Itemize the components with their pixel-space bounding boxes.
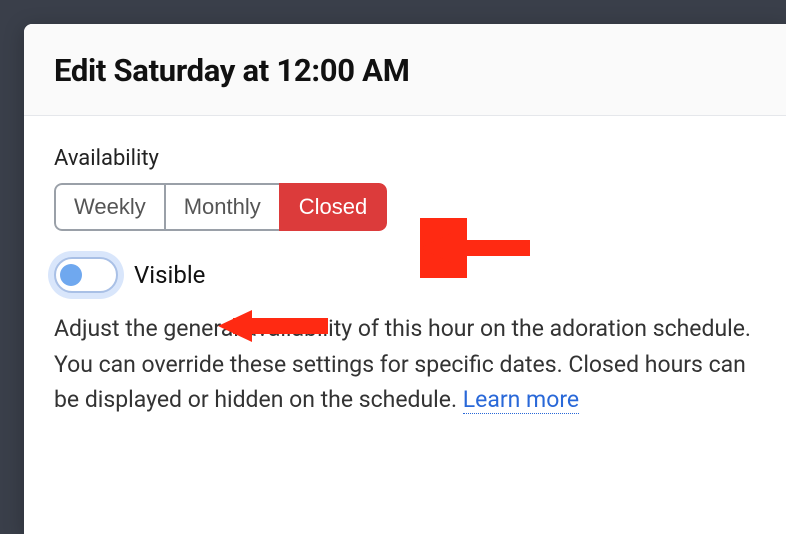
edit-hour-modal: Edit Saturday at 12:00 AM Availability W…	[24, 24, 786, 534]
availability-option-weekly[interactable]: Weekly	[54, 183, 166, 231]
availability-label: Availability	[54, 146, 756, 171]
availability-help-text: Adjust the general availability of this …	[54, 311, 756, 418]
visible-toggle[interactable]	[54, 257, 118, 293]
learn-more-link[interactable]: Learn more	[463, 386, 579, 414]
modal-title: Edit Saturday at 12:00 AM	[54, 52, 756, 89]
availability-option-closed[interactable]: Closed	[279, 183, 387, 231]
availability-option-monthly[interactable]: Monthly	[164, 183, 281, 231]
availability-segmented-control: Weekly Monthly Closed	[54, 183, 387, 231]
toggle-knob-icon	[60, 264, 82, 286]
help-text-body: Adjust the general availability of this …	[54, 315, 751, 413]
modal-body: Availability Weekly Monthly Closed Visib…	[24, 116, 786, 418]
visible-toggle-row: Visible	[54, 257, 756, 293]
visible-toggle-label: Visible	[134, 261, 205, 289]
modal-header: Edit Saturday at 12:00 AM	[24, 24, 786, 116]
